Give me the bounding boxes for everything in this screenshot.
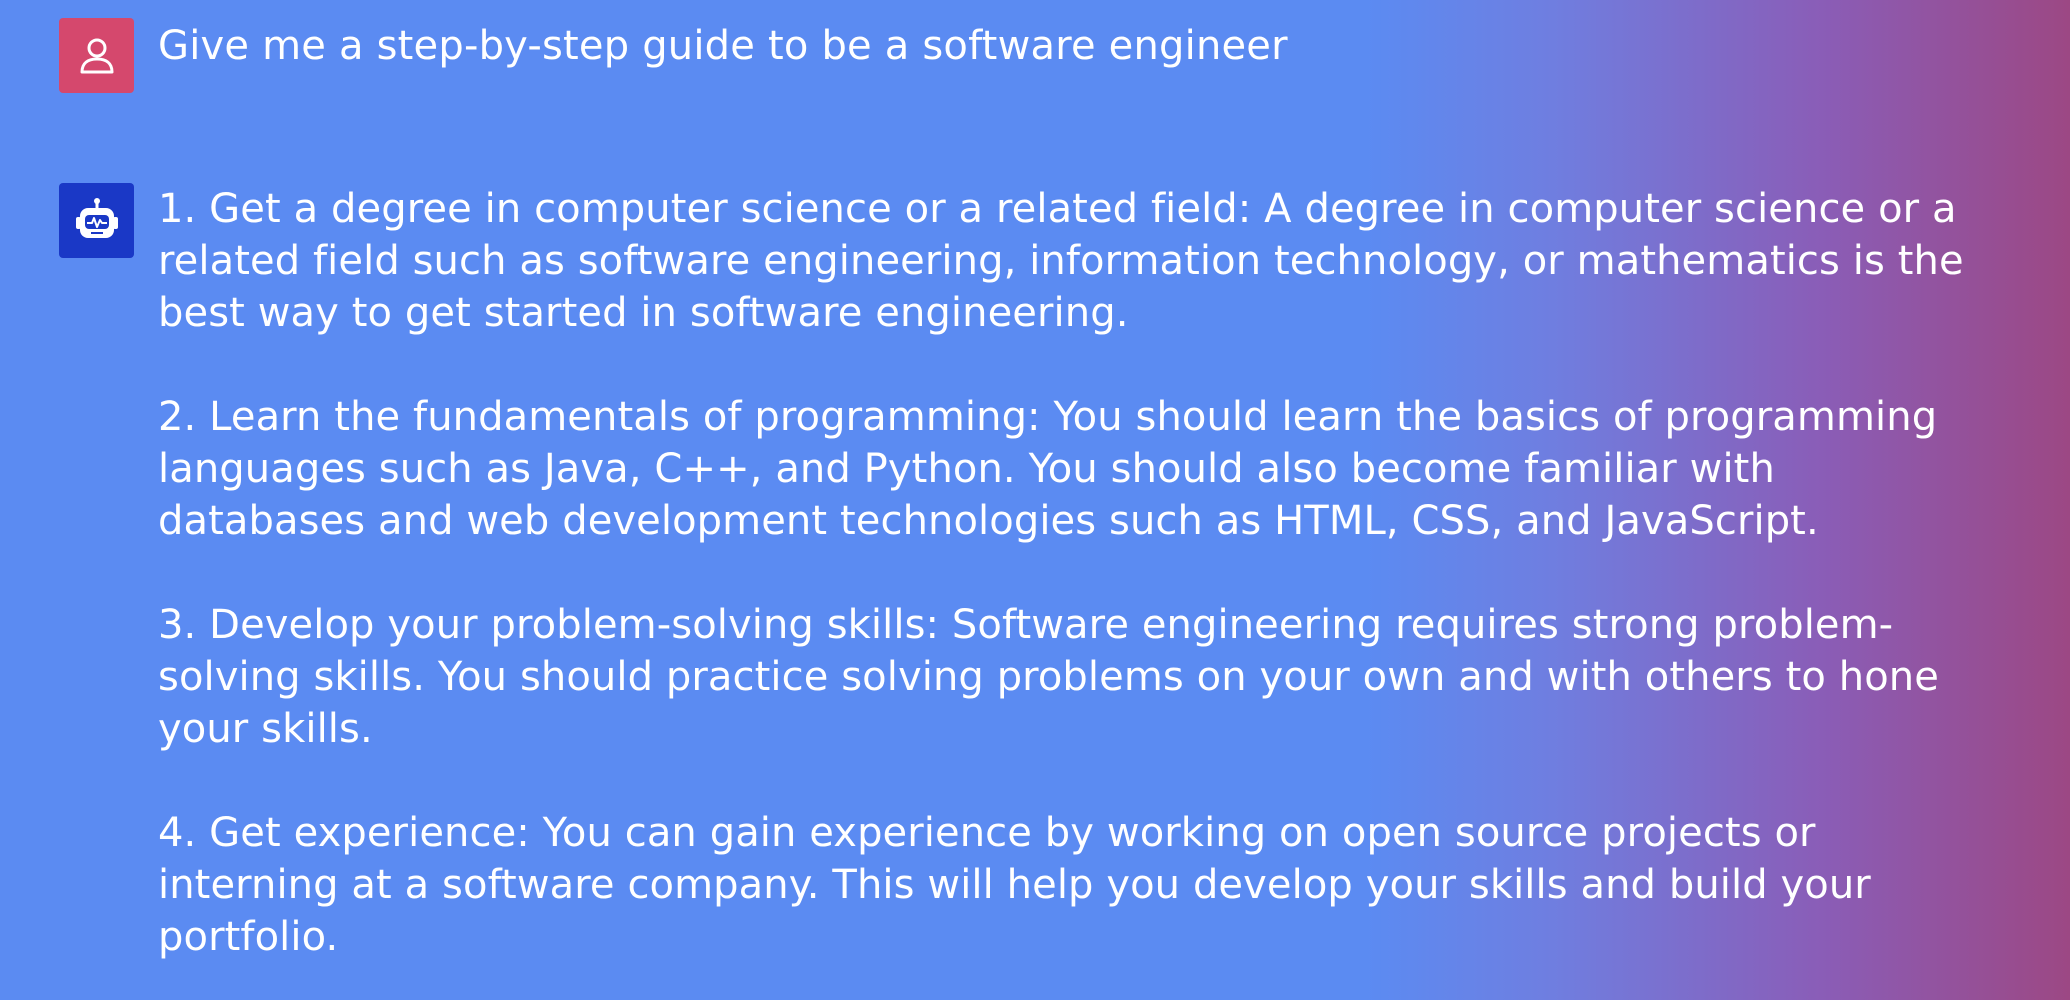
step-item: 2. Learn the fundamentals of programming… <box>158 394 1938 544</box>
step-item: 1. Get a degree in computer science or a… <box>158 186 1964 336</box>
robot-icon <box>75 197 118 238</box>
assistant-message-text: 1. Get a degree in computer science or a… <box>158 183 1978 963</box>
assistant-avatar <box>59 183 134 258</box>
user-message-text: Give me a step-by-step guide to be a sof… <box>158 23 1288 69</box>
step-item: 4. Get experience: You can gain experien… <box>158 810 1871 960</box>
user-icon <box>80 38 113 73</box>
user-avatar <box>59 18 134 93</box>
step-item: 3. Develop your problem-solving skills: … <box>158 602 1939 752</box>
chat-transcript: Give me a step-by-step guide to be a sof… <box>0 0 2070 1000</box>
